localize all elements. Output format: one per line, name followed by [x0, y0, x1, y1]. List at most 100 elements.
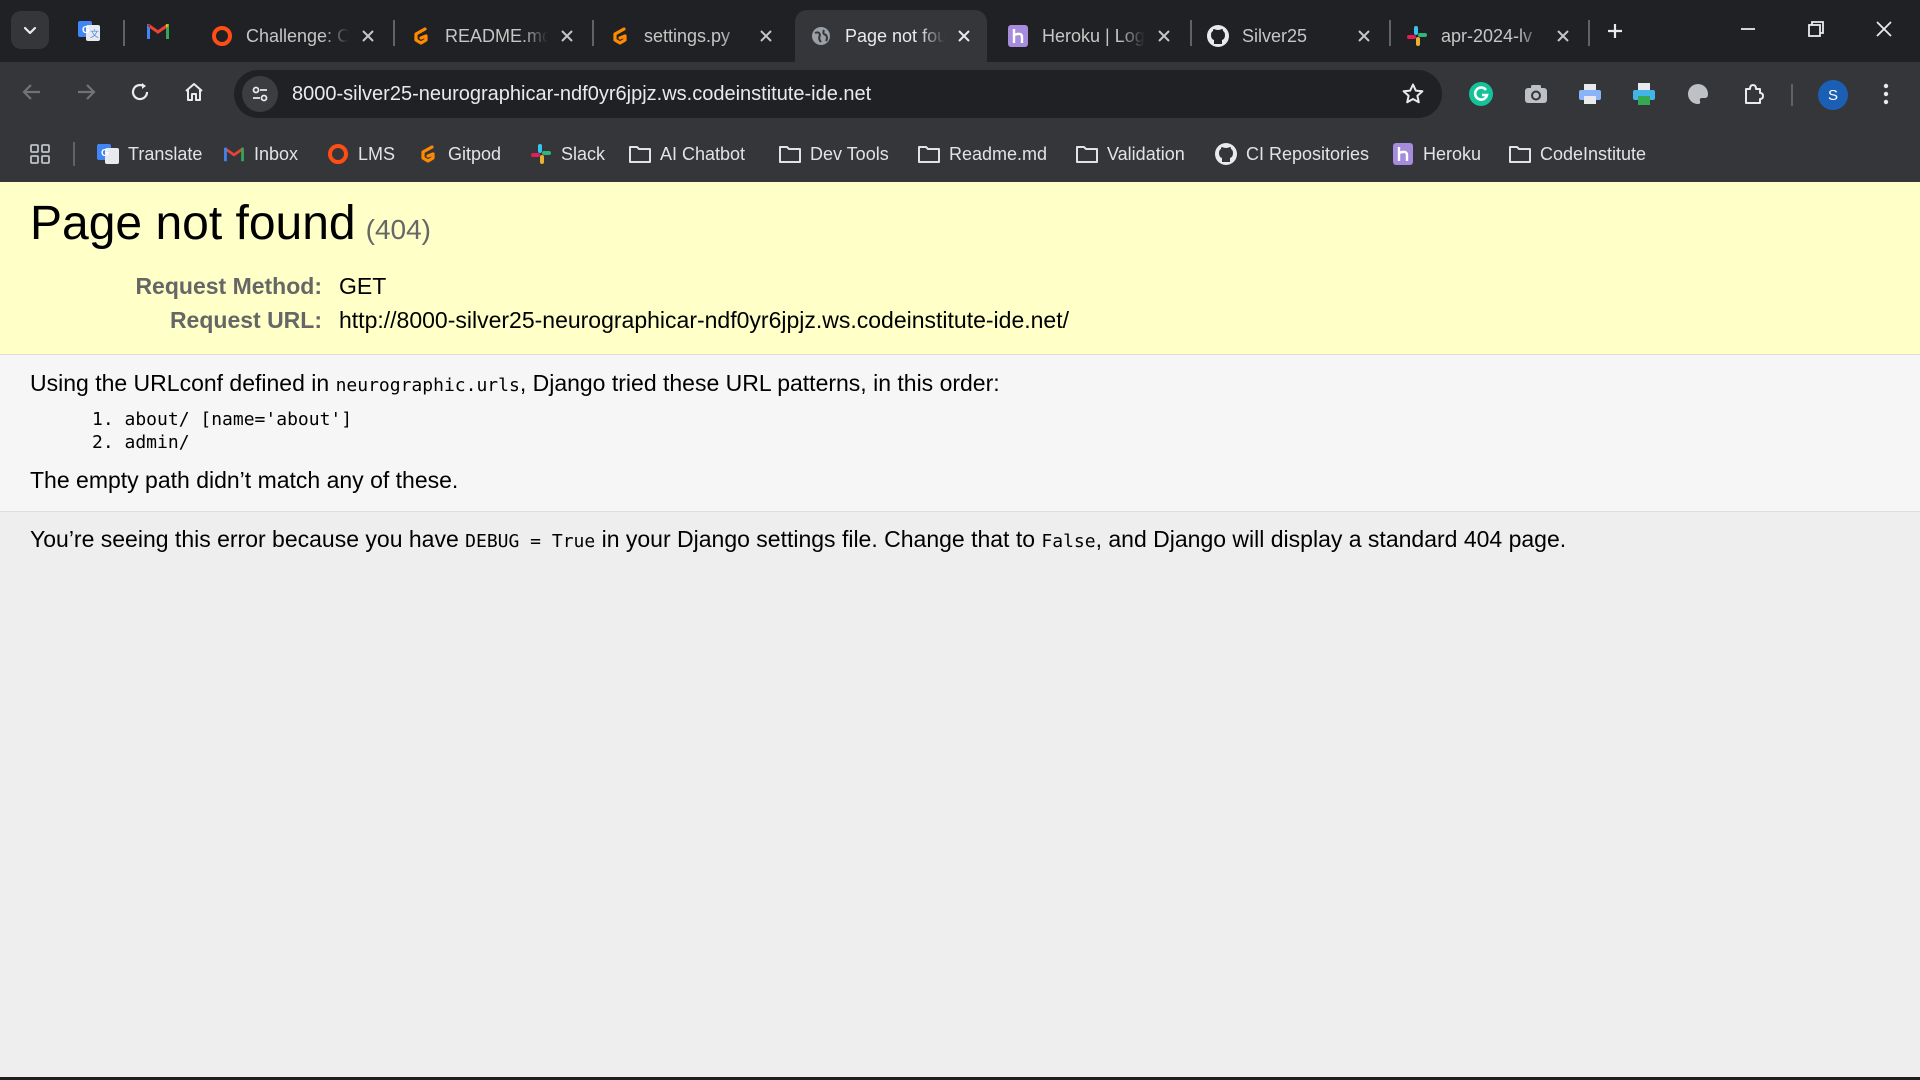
forward-button[interactable]	[66, 72, 106, 112]
new-tab-button[interactable]	[1598, 14, 1632, 48]
extension-print-friendly[interactable]	[1626, 76, 1662, 112]
extension-screenshot[interactable]	[1518, 76, 1554, 112]
tab-title: Silver25	[1242, 25, 1308, 46]
bookmark-label: Inbox	[254, 143, 299, 164]
close-icon[interactable]	[1552, 24, 1574, 48]
extension-grammarly[interactable]	[1463, 76, 1499, 112]
tab-title: README.md	[445, 25, 548, 46]
tab-1[interactable]: README.md	[395, 10, 590, 62]
more-vertical-icon	[1883, 83, 1889, 105]
print-friendly-icon	[1633, 83, 1655, 105]
bookmark-folder-readme[interactable]: Readme.md	[917, 138, 1047, 170]
slack-icon	[529, 142, 553, 166]
bookmark-heroku[interactable]: Heroku	[1391, 138, 1481, 170]
reload-button[interactable]	[120, 72, 160, 112]
camera-icon	[1525, 85, 1547, 103]
github-icon	[1214, 142, 1238, 166]
minimize-button[interactable]	[1714, 0, 1782, 58]
home-button[interactable]	[174, 72, 214, 112]
bookmark-label: Readme.md	[949, 143, 1048, 164]
page-title: Page not found (404)	[30, 196, 431, 251]
plus-icon	[1608, 24, 1622, 38]
bookmark-folder-dev-tools[interactable]: Dev Tools	[778, 138, 889, 170]
urlconf-module: neurographic.urls	[335, 375, 520, 396]
home-icon	[185, 83, 203, 101]
request-method-label: Request Method:	[135, 273, 322, 299]
bookmark-label: Heroku	[1423, 143, 1482, 164]
profile-avatar[interactable]: S	[1818, 80, 1848, 110]
close-icon[interactable]	[357, 24, 379, 48]
browser-toolbar: 8000-silver25-neurographicar-ndf0yr6jpjz…	[0, 62, 1920, 126]
close-icon[interactable]	[1153, 24, 1175, 48]
close-window-button[interactable]	[1850, 0, 1918, 58]
pinned-tab-gmail[interactable]	[141, 14, 175, 48]
close-icon[interactable]	[556, 24, 578, 48]
tab-3-active[interactable]: Page not found	[795, 10, 987, 62]
apps-button[interactable]	[24, 138, 56, 170]
bookmark-folder-codeinstitute[interactable]: CodeInstitute	[1508, 138, 1646, 170]
reload-icon	[131, 83, 149, 101]
extension-printer[interactable]	[1572, 76, 1608, 112]
pinned-tab-translate[interactable]: G文	[72, 14, 106, 48]
google-translate-icon: G文	[78, 21, 100, 41]
bookmarks-bar: G Translate Inbox LMS Gitpod Slack AI Ch…	[0, 126, 1920, 182]
tab-4[interactable]: Heroku | Login	[992, 10, 1187, 62]
folder-icon	[628, 142, 652, 166]
url-text[interactable]: 8000-silver25-neurographicar-ndf0yr6jpjz…	[292, 83, 871, 106]
tab-2[interactable]: settings.py	[594, 10, 789, 62]
site-info-button[interactable]	[242, 76, 278, 112]
bookmark-ci-repositories[interactable]: CI Repositories	[1214, 138, 1369, 170]
google-translate-icon: G	[96, 142, 120, 166]
extensions-menu-button[interactable]	[1735, 76, 1771, 112]
bookmark-label: Translate	[128, 143, 203, 164]
request-url-label: Request URL:	[169, 307, 322, 333]
tab-search-button[interactable]	[11, 11, 49, 49]
heroku-icon	[1006, 24, 1030, 48]
tab-title: apr-2024-lv	[1441, 25, 1533, 46]
slack-icon	[1405, 24, 1429, 48]
restore-icon	[1808, 21, 1824, 37]
bookmark-label: Slack	[561, 143, 606, 164]
bookmark-label: Validation	[1107, 143, 1185, 164]
gmail-icon	[222, 142, 246, 166]
bookmark-lms[interactable]: LMS	[326, 138, 395, 170]
tab-0[interactable]: Challenge: C	[196, 10, 391, 62]
tab-title: Heroku | Login	[1042, 25, 1145, 46]
svg-text:文: 文	[90, 28, 99, 39]
close-icon	[1876, 21, 1892, 37]
close-icon[interactable]	[953, 24, 975, 48]
github-icon	[1206, 24, 1230, 48]
tab-6[interactable]: apr-2024-lv	[1391, 10, 1586, 62]
urlconf-suffix: , Django tried these URL patterns, in th…	[519, 370, 1000, 396]
urlconf-prefix: Using the URLconf defined in	[30, 370, 336, 396]
bookmark-folder-validation[interactable]: Validation	[1075, 138, 1185, 170]
status-code: (404)	[365, 214, 431, 245]
palette-icon	[1688, 84, 1708, 104]
back-button[interactable]	[12, 72, 52, 112]
folder-icon	[1508, 142, 1532, 166]
tab-5[interactable]: Silver25	[1192, 10, 1387, 62]
gmail-icon	[147, 23, 169, 39]
page-title-text: Page not found	[30, 197, 356, 250]
debug-setting: DEBUG = True	[465, 531, 596, 552]
bookmark-gitpod[interactable]: Gitpod	[416, 138, 501, 170]
bookmark-slack[interactable]: Slack	[529, 138, 605, 170]
bookmark-label: CI Repositories	[1246, 143, 1370, 164]
bookmark-label: Gitpod	[448, 143, 502, 164]
close-icon[interactable]	[755, 24, 777, 48]
browser-menu-button[interactable]	[1868, 76, 1904, 112]
folder-icon	[917, 142, 941, 166]
extension-color-picker[interactable]	[1680, 76, 1716, 112]
arrow-right-icon	[78, 84, 96, 100]
bookmark-translate[interactable]: G Translate	[96, 138, 202, 170]
bookmark-folder-ai-chatbot[interactable]: AI Chatbot	[628, 138, 745, 170]
chevron-down-icon	[23, 26, 37, 35]
bookmark-inbox[interactable]: Inbox	[222, 138, 298, 170]
bookmark-star-button[interactable]	[1398, 79, 1428, 109]
restore-button[interactable]	[1782, 0, 1850, 58]
url-pattern-item: 1. about/ [name='about']	[92, 409, 353, 430]
gitpod-icon	[416, 142, 440, 166]
address-bar[interactable]: 8000-silver25-neurographicar-ndf0yr6jpjz…	[234, 70, 1442, 118]
codeinstitute-icon	[210, 24, 234, 48]
close-icon[interactable]	[1353, 24, 1375, 48]
